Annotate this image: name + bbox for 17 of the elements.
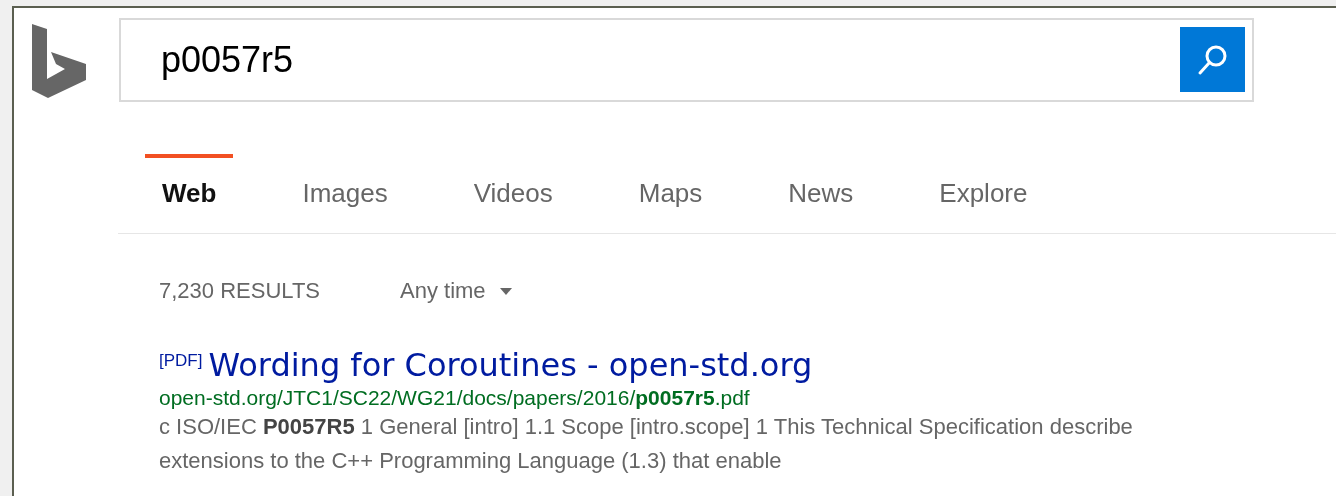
logo-icon[interactable]	[32, 24, 86, 98]
results-count: 7,230 RESULTS	[159, 278, 320, 304]
result-title-link[interactable]: Wording for Coroutines - open-std.org	[208, 346, 813, 384]
result-snippet: extensions to the C++ Programming Language (1.3) that enable	[159, 447, 783, 475]
tab[interactable]: News	[771, 154, 871, 229]
tab[interactable]: Videos	[456, 154, 570, 229]
tab[interactable]: Explore	[922, 154, 1045, 229]
time-filter-dropdown[interactable]: Any time	[400, 278, 512, 304]
file-type-label: [PDF]	[159, 351, 203, 371]
tab[interactable]: Web	[145, 154, 234, 229]
result-url[interactable]: open-std.org/JTC1/SC22/WG21/docs/papers/2016/p0057r5.pdf	[159, 386, 1336, 410]
caret-icon	[499, 287, 512, 295]
search-field[interactable]: p0057r5	[119, 18, 1254, 102]
tab[interactable]: Maps	[621, 154, 720, 229]
result-snippet: c ISO/IEC P0057R5 1 General [intro] 1.1 Scope [intro.scope] 1 This Technical Specification describe	[159, 413, 1134, 441]
search-button[interactable]	[1180, 27, 1245, 92]
tab[interactable]: Images	[285, 154, 405, 229]
